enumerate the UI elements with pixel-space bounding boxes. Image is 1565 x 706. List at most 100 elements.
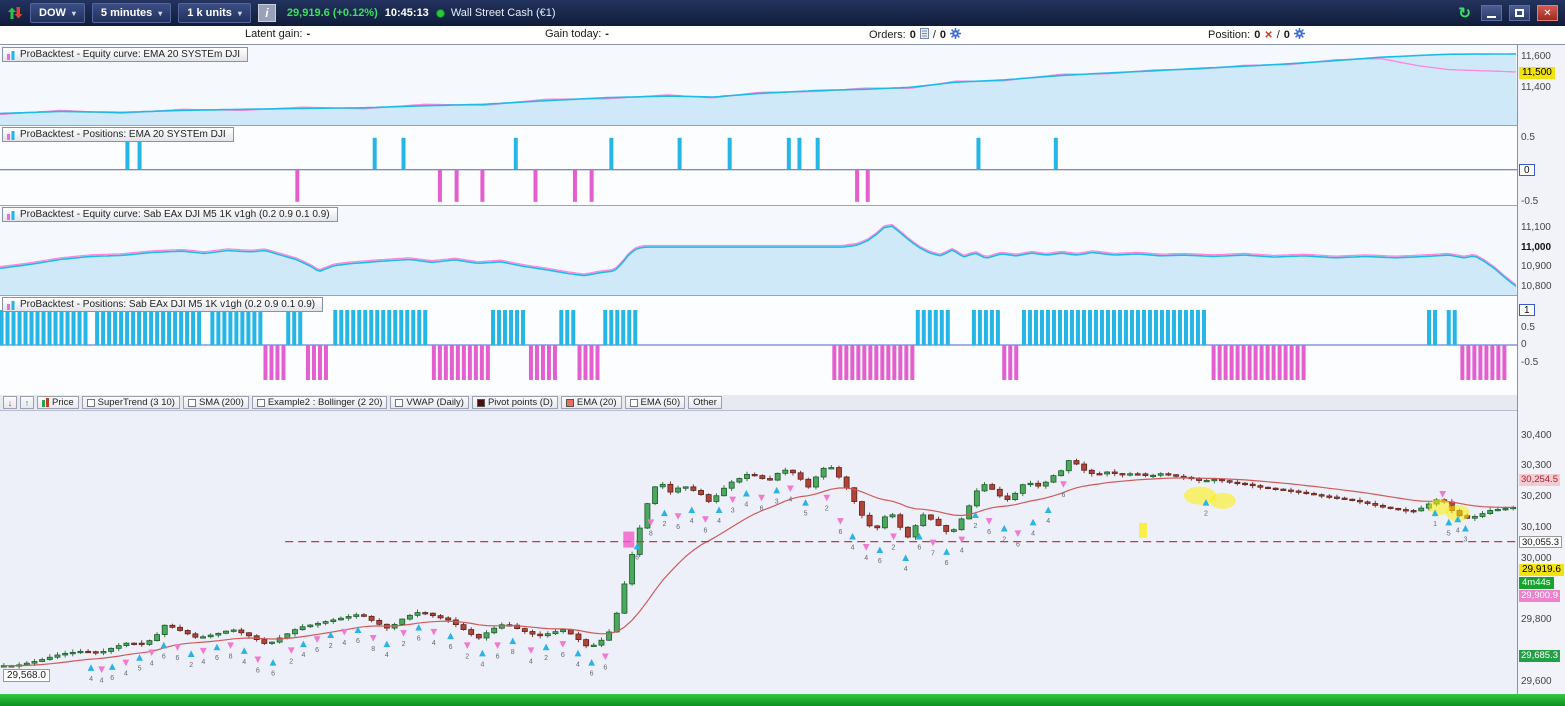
price-axis[interactable]: 11,600 11,500 11,400 0.5 0 -0.5 11,100 11,000 10…	[1517, 45, 1565, 694]
panel-divider[interactable]	[0, 295, 1565, 296]
buy-sell-arrows-icon[interactable]	[7, 6, 23, 20]
svg-text:4: 4	[788, 497, 792, 504]
svg-text:2: 2	[1002, 537, 1006, 544]
close-position-icon[interactable]: ✕	[1264, 30, 1272, 41]
svg-text:4: 4	[1456, 527, 1460, 534]
units-selector[interactable]: 1 k units ▾	[178, 3, 251, 23]
chevron-down-icon: ▾	[237, 8, 242, 18]
info-icon[interactable]: i	[257, 4, 276, 22]
svg-text:3: 3	[731, 508, 735, 515]
checkbox-icon[interactable]	[256, 398, 265, 407]
svg-text:6: 6	[1061, 492, 1065, 499]
checkbox-icon[interactable]	[395, 398, 404, 407]
sell-arrow-button[interactable]: ↓	[3, 396, 17, 409]
minimize-button[interactable]	[1481, 5, 1502, 21]
pivot-level-label: 30,055.3	[1519, 535, 1562, 548]
axis-tick: 30,400	[1521, 429, 1552, 441]
legend-supertrend-3-10[interactable]: SuperTrend (3 10)	[81, 396, 180, 409]
refresh-icon[interactable]: ↻	[1458, 4, 1471, 22]
timeframe-selector[interactable]: 5 minutes ▾	[91, 3, 172, 23]
price-candlestick-chart[interactable]: 4 4 64546 62 46 846 62462 4 684264624684 2 6466682…	[0, 411, 1517, 694]
orders-list-icon[interactable]	[919, 28, 929, 42]
gain-today: Gain today: -	[545, 28, 609, 40]
last-price-label: 29,919.6	[1519, 564, 1564, 577]
legend-other[interactable]: Other	[688, 396, 722, 409]
panel-title-label: ProBacktest - Equity curve: EMA 20 SYSTE…	[20, 49, 241, 60]
svg-text:6: 6	[878, 558, 882, 565]
axis-tick: 29,800	[1521, 614, 1552, 626]
panel-title-positions-1[interactable]: ProBacktest - Positions: EMA 20 SYSTEm D…	[2, 127, 234, 142]
svg-text:4: 4	[100, 677, 104, 684]
level-label: 29,900.9	[1519, 590, 1560, 603]
axis-tick: 11,100	[1521, 221, 1551, 233]
svg-text:4: 4	[864, 555, 868, 562]
orders-settings-gear-icon[interactable]	[950, 28, 961, 42]
svg-text:5: 5	[138, 666, 142, 673]
svg-text:6: 6	[256, 668, 260, 675]
legend-ema-50[interactable]: EMA (50)	[624, 396, 686, 409]
legend-label: EMA (50)	[640, 397, 681, 408]
checkbox-icon[interactable]	[86, 398, 95, 407]
svg-text:6: 6	[838, 529, 842, 536]
maximize-icon	[1515, 9, 1524, 17]
svg-text:2: 2	[662, 521, 666, 528]
gain-today-value: -	[605, 28, 609, 40]
panel-divider[interactable]	[0, 205, 1565, 206]
market-name-label: Wall Street Cash (€1)	[450, 7, 556, 19]
axis-tick: 10,800	[1521, 281, 1552, 293]
svg-text:6: 6	[176, 655, 180, 662]
svg-text:4: 4	[242, 659, 246, 666]
legend-label: SuperTrend (3 10)	[97, 397, 175, 408]
panel-title-positions-2[interactable]: ProBacktest - Positions: Sab EAx DJI M5 …	[2, 297, 324, 312]
svg-text:3: 3	[1463, 537, 1467, 544]
svg-text:6: 6	[603, 664, 607, 671]
legend-ema-20[interactable]: EMA (20)	[560, 396, 622, 409]
pivot-level-label: 30,254.5	[1519, 474, 1560, 487]
legend-label: VWAP (Daily)	[406, 397, 464, 408]
panel-title-label: ProBacktest - Positions: Sab EAx DJI M5 …	[20, 299, 316, 310]
panel-divider[interactable]	[0, 125, 1565, 126]
svg-text:6: 6	[215, 655, 219, 662]
svg-text:6: 6	[449, 644, 453, 651]
svg-text:4: 4	[480, 661, 484, 668]
legend-example2-bollinger-2-20[interactable]: Example2 : Bollinger (2 20)	[251, 396, 388, 409]
axis-tick: 29,600	[1521, 675, 1552, 687]
chevron-down-icon: ▾	[158, 8, 163, 18]
orders-pending-count: 0	[939, 29, 946, 41]
svg-text:4: 4	[385, 652, 389, 659]
svg-text:4: 4	[960, 548, 964, 555]
maximize-button[interactable]	[1509, 5, 1530, 21]
svg-text:4: 4	[1031, 530, 1035, 537]
svg-text:2: 2	[825, 506, 829, 513]
close-button[interactable]: ✕	[1537, 5, 1558, 21]
legend-price[interactable]: Price	[37, 396, 79, 409]
panel-title-equity-curve-1[interactable]: ProBacktest - Equity curve: EMA 20 SYSTE…	[2, 47, 249, 62]
svg-text:6: 6	[356, 638, 360, 645]
legend-label: Pivot points (D)	[487, 397, 553, 408]
legend-vwap-daily[interactable]: VWAP (Daily)	[390, 396, 469, 409]
checkbox-icon[interactable]	[629, 398, 638, 407]
svg-text:6: 6	[561, 652, 565, 659]
legend-pivot-points-d[interactable]: Pivot points (D)	[471, 396, 558, 409]
axis-tick: 11,600	[1521, 51, 1551, 63]
backtest-panel-icon	[7, 130, 15, 140]
buy-arrow-button[interactable]: ↑	[20, 396, 34, 409]
axis-tick: 30,000	[1521, 552, 1552, 564]
svg-text:4: 4	[301, 652, 305, 659]
instrument-label: DOW	[39, 7, 66, 19]
svg-text:6: 6	[917, 545, 921, 552]
svg-text:7: 7	[931, 551, 935, 558]
position-settings-gear-icon[interactable]	[1293, 28, 1305, 42]
svg-text:6: 6	[271, 671, 275, 678]
svg-text:6: 6	[417, 636, 421, 643]
checkbox-icon[interactable]	[187, 398, 196, 407]
position-pending-count: 0	[1283, 29, 1290, 41]
svg-text:4: 4	[851, 545, 855, 552]
legend-sma-200[interactable]: SMA (200)	[182, 396, 249, 409]
svg-text:2: 2	[1204, 511, 1208, 518]
svg-text:2: 2	[465, 653, 469, 660]
panel-title-equity-curve-2[interactable]: ProBacktest - Equity curve: Sab EAx DJI …	[2, 207, 338, 222]
instrument-selector[interactable]: DOW ▾	[30, 3, 85, 23]
chart-legend-toolbar: ↓ ↑ Price SuperTrend (3 10) SMA (200) Examp…	[0, 395, 1517, 411]
market-name: Wall Street Cash (€1)	[435, 7, 556, 19]
